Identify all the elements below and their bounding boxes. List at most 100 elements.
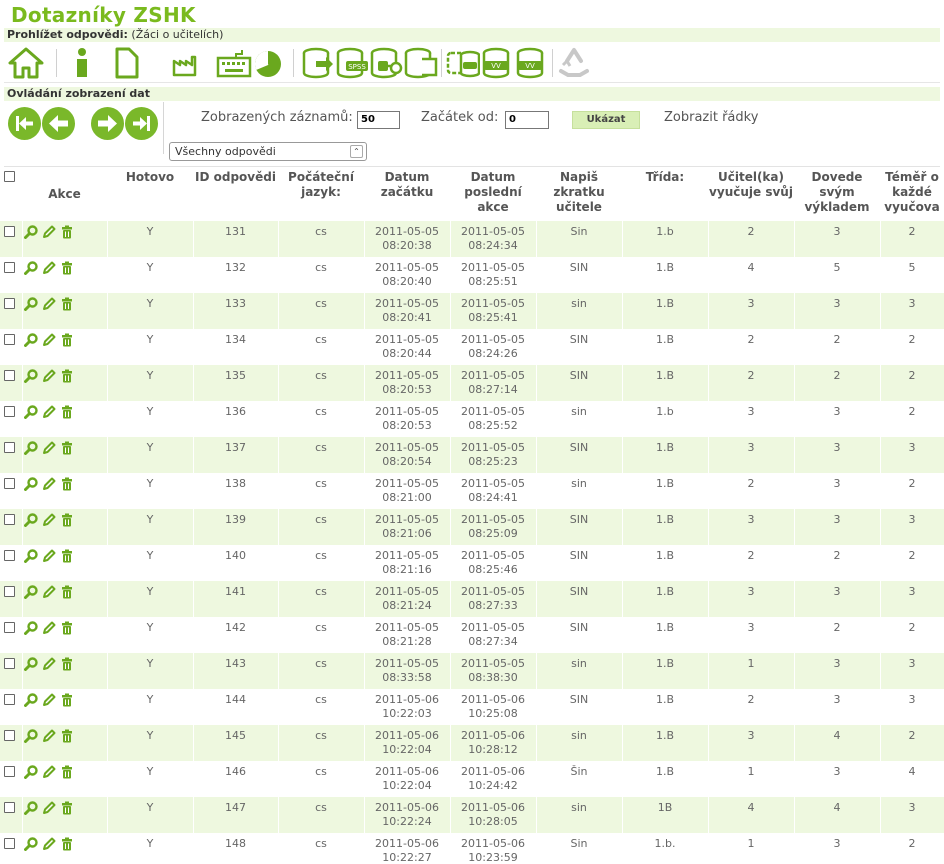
delete-icon[interactable]: [60, 369, 74, 383]
delete-icon[interactable]: [60, 513, 74, 527]
keyboard-icon[interactable]: [216, 47, 252, 79]
edit-icon[interactable]: [42, 225, 56, 239]
edit-icon[interactable]: [42, 765, 56, 779]
delete-icon[interactable]: [60, 405, 74, 419]
delete-icon[interactable]: [60, 837, 74, 851]
view-icon[interactable]: [23, 297, 38, 311]
delete-icon[interactable]: [60, 549, 74, 563]
edit-icon[interactable]: [42, 729, 56, 743]
view-icon[interactable]: [23, 405, 38, 419]
view-icon[interactable]: [23, 837, 38, 851]
row-checkbox[interactable]: [4, 406, 15, 417]
last-page-button[interactable]: [125, 107, 158, 140]
delete-icon[interactable]: [60, 333, 74, 347]
view-icon[interactable]: [23, 513, 38, 527]
row-checkbox[interactable]: [4, 622, 15, 633]
row-checkbox[interactable]: [4, 298, 15, 309]
delete-icon[interactable]: [60, 693, 74, 707]
row-checkbox[interactable]: [4, 478, 15, 489]
edit-icon[interactable]: [42, 585, 56, 599]
row-checkbox[interactable]: [4, 550, 15, 561]
delete-icon[interactable]: [60, 477, 74, 491]
select-all-checkbox[interactable]: [4, 171, 15, 182]
edit-icon[interactable]: [42, 333, 56, 347]
delete-icon[interactable]: [60, 225, 74, 239]
edit-icon[interactable]: [42, 801, 56, 815]
next-page-button[interactable]: [91, 107, 124, 140]
view-icon[interactable]: [23, 441, 38, 455]
row-checkbox[interactable]: [4, 586, 15, 597]
table-row: Y 143 cs 2011-05-05 08:33:58 2011-05-05 08:38:…: [0, 653, 944, 689]
edit-icon[interactable]: [42, 621, 56, 635]
view-icon[interactable]: [23, 477, 38, 491]
view-icon[interactable]: [23, 225, 38, 239]
previous-page-button[interactable]: [42, 107, 75, 140]
delete-icon[interactable]: [60, 297, 74, 311]
info-icon[interactable]: [64, 47, 100, 79]
recycle-icon[interactable]: [556, 47, 592, 79]
view-icon[interactable]: [23, 549, 38, 563]
row-checkbox[interactable]: [4, 694, 15, 705]
row-checkbox[interactable]: [4, 370, 15, 381]
row-checkbox[interactable]: [4, 442, 15, 453]
show-button[interactable]: Ukázat: [572, 111, 640, 129]
edit-icon[interactable]: [42, 657, 56, 671]
document-icon[interactable]: [108, 47, 144, 79]
view-icon[interactable]: [23, 333, 38, 347]
edit-icon[interactable]: [42, 369, 56, 383]
start-input[interactable]: 0: [505, 111, 549, 129]
import-database-icon[interactable]: [402, 47, 438, 79]
view-icon[interactable]: [23, 621, 38, 635]
records-input[interactable]: 50: [357, 111, 400, 129]
edit-icon[interactable]: [42, 297, 56, 311]
row-checkbox[interactable]: [4, 226, 15, 237]
export-database-icon[interactable]: [300, 47, 336, 79]
edit-icon[interactable]: [42, 261, 56, 275]
response-id-cell: 145: [193, 725, 279, 761]
edit-icon[interactable]: [42, 441, 56, 455]
delete-icon[interactable]: [60, 801, 74, 815]
delete-icon[interactable]: [60, 585, 74, 599]
delete-icon[interactable]: [60, 765, 74, 779]
view-icon[interactable]: [23, 729, 38, 743]
row-checkbox[interactable]: [4, 514, 15, 525]
edit-icon[interactable]: [42, 549, 56, 563]
delete-icon[interactable]: [60, 621, 74, 635]
view-icon[interactable]: [23, 369, 38, 383]
show-rows-label[interactable]: Zobrazit řádky: [664, 110, 758, 125]
row-checkbox[interactable]: [4, 838, 15, 849]
edit-icon[interactable]: [42, 405, 56, 419]
pie-chart-icon[interactable]: [250, 47, 286, 79]
view-icon[interactable]: [23, 585, 38, 599]
row-checkbox[interactable]: [4, 658, 15, 669]
spss-export-icon[interactable]: SPSS: [334, 47, 370, 79]
edit-icon[interactable]: [42, 837, 56, 851]
row-checkbox[interactable]: [4, 766, 15, 777]
edit-icon[interactable]: [42, 513, 56, 527]
start-time: 08:20:53: [382, 383, 432, 396]
view-icon[interactable]: [23, 801, 38, 815]
row-checkbox[interactable]: [4, 730, 15, 741]
r-export-icon[interactable]: [368, 47, 404, 79]
row-checkbox[interactable]: [4, 262, 15, 273]
vv-database-icon-2[interactable]: VV: [514, 47, 550, 79]
view-icon[interactable]: [23, 657, 38, 671]
records-label: Zobrazených záznamů:: [201, 110, 353, 125]
row-checkbox[interactable]: [4, 802, 15, 813]
factory-icon[interactable]: [166, 47, 202, 79]
row-checkbox[interactable]: [4, 334, 15, 345]
responses-filter-select[interactable]: Všechny odpovědi ⌃: [169, 142, 367, 161]
delete-icon[interactable]: [60, 729, 74, 743]
delete-icon[interactable]: [60, 657, 74, 671]
first-page-button[interactable]: [8, 107, 41, 140]
edit-icon[interactable]: [42, 477, 56, 491]
delete-icon[interactable]: [60, 261, 74, 275]
vv-database-icon[interactable]: VV: [480, 47, 516, 79]
import-questions-icon[interactable]: [444, 47, 480, 79]
home-icon[interactable]: [8, 47, 44, 79]
view-icon[interactable]: [23, 693, 38, 707]
view-icon[interactable]: [23, 765, 38, 779]
view-icon[interactable]: [23, 261, 38, 275]
edit-icon[interactable]: [42, 693, 56, 707]
delete-icon[interactable]: [60, 441, 74, 455]
